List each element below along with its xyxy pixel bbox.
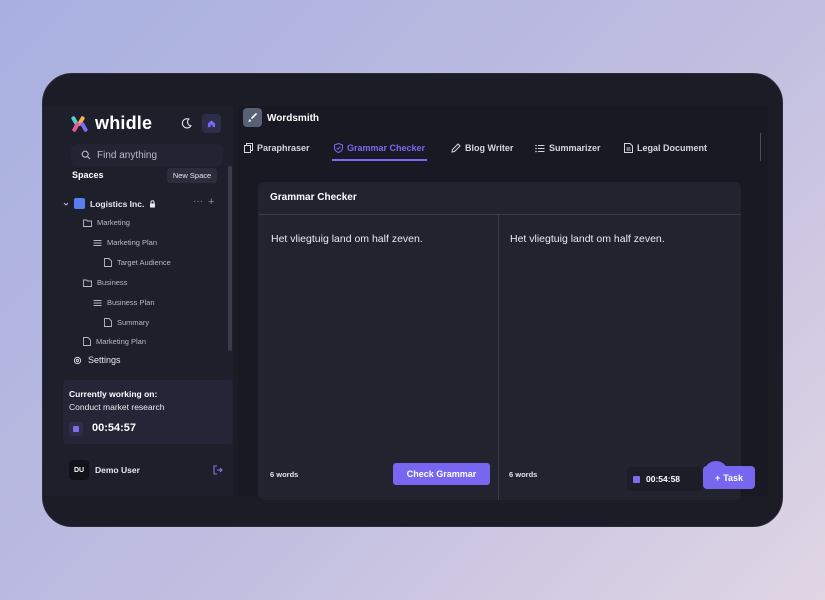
home-icon — [207, 120, 216, 128]
floating-timer[interactable]: 00:54:58 — [627, 467, 702, 491]
more-options-icon[interactable]: ··· — [193, 196, 203, 207]
dark-mode-icon[interactable] — [180, 117, 193, 130]
tree-item-label: Business — [97, 278, 128, 287]
add-task-button[interactable]: + Task — [703, 466, 755, 489]
sidebar-scrollbar[interactable] — [228, 166, 232, 351]
document-icon — [624, 143, 633, 153]
tree-item-label: Marketing Plan — [96, 337, 147, 346]
task-timer: 00:54:57 — [92, 422, 137, 434]
copy-icon — [244, 143, 253, 153]
brush-icon — [248, 112, 258, 122]
current-task-name: Conduct market research — [69, 402, 165, 412]
spaces-heading: Spaces — [72, 170, 104, 180]
main-panel: Wordsmith Paraphraser Grammar Checker Bl… — [238, 106, 768, 500]
tabs-divider — [760, 133, 761, 161]
workspace-item[interactable]: Logistics Inc. — [63, 198, 156, 209]
brand-name: whidle — [95, 113, 153, 133]
tree-item[interactable]: Marketing — [83, 218, 130, 227]
stop-timer-button[interactable] — [69, 422, 83, 436]
folder-icon — [83, 219, 92, 227]
tree-item-label: Business Plan — [107, 298, 155, 307]
avatar: DU — [69, 460, 89, 480]
check-grammar-button[interactable]: Check Grammar — [393, 463, 490, 485]
list-icon — [93, 239, 102, 246]
stop-icon — [73, 426, 79, 432]
output-word-count: 6 words — [509, 470, 538, 479]
whidle-logo-icon — [71, 115, 88, 132]
task-button-label: Task — [723, 472, 744, 483]
app-window: whidle Find anything Spaces New Space Lo… — [42, 73, 783, 527]
tab-grammar-checker[interactable]: Grammar Checker — [332, 140, 428, 161]
tree-item[interactable]: Business Plan — [93, 298, 155, 307]
logout-icon[interactable] — [213, 465, 223, 475]
add-icon[interactable]: + — [208, 196, 214, 208]
tree-item-label: Summary — [117, 318, 150, 327]
tree-item[interactable]: Target Audience — [104, 258, 171, 267]
stop-icon — [633, 475, 640, 483]
search-icon — [81, 150, 91, 160]
search-placeholder: Find anything — [97, 149, 158, 161]
plus-icon: + — [714, 472, 721, 483]
tree-item[interactable]: Business — [83, 278, 127, 287]
tree-item-label: Target Audience — [117, 258, 171, 267]
logo: whidle — [71, 113, 152, 134]
list-icon — [93, 299, 102, 306]
page-title: Wordsmith — [267, 113, 320, 124]
workspace-name: Logistics Inc. — [90, 198, 145, 209]
app-icon — [243, 108, 262, 127]
folder-icon — [83, 279, 92, 287]
tab-label: Legal Document — [637, 143, 708, 153]
current-task-panel: Currently working on: Conduct market res… — [63, 380, 233, 444]
list-icon — [535, 144, 545, 152]
pane-divider — [498, 215, 499, 500]
tab-blog-writer[interactable]: Blog Writer — [449, 140, 515, 156]
document-icon — [104, 258, 112, 267]
new-space-button[interactable]: New Space — [167, 168, 217, 183]
grammar-checker-card: Grammar Checker Het vliegtuig land om ha… — [258, 182, 741, 500]
tab-label: Grammar Checker — [347, 143, 426, 153]
user-name: Demo User — [95, 465, 140, 475]
chevron-down-icon[interactable] — [63, 201, 69, 207]
input-textarea[interactable]: Het vliegtuig land om half zeven. — [271, 233, 423, 245]
tab-label: Blog Writer — [465, 143, 514, 153]
lock-icon — [150, 199, 156, 207]
search-input[interactable]: Find anything — [71, 144, 223, 166]
tab-label: Paraphraser — [257, 143, 310, 153]
tree-item[interactable]: Marketing Plan — [83, 337, 146, 346]
shield-check-icon — [334, 143, 343, 153]
tree-item[interactable]: Marketing Plan — [93, 238, 157, 247]
current-task-heading: Currently working on: — [69, 389, 158, 399]
tree-item[interactable]: Summary — [104, 318, 149, 327]
document-icon — [83, 337, 91, 346]
document-icon — [104, 318, 112, 327]
home-button[interactable] — [202, 114, 221, 133]
tree-item-label: Marketing Plan — [107, 238, 158, 247]
settings-item[interactable]: Settings — [73, 355, 121, 365]
tab-summarizer[interactable]: Summarizer — [533, 140, 603, 156]
tab-legal-document[interactable]: Legal Document — [622, 140, 709, 156]
tab-paraphraser[interactable]: Paraphraser — [242, 140, 312, 156]
user-profile[interactable]: DU Demo User — [69, 460, 140, 480]
card-title: Grammar Checker — [270, 192, 357, 203]
edit-icon — [451, 143, 461, 153]
output-text: Het vliegtuig landt om half zeven. — [510, 233, 665, 245]
input-word-count: 6 words — [270, 470, 299, 479]
tree-item-label: Marketing — [97, 218, 130, 227]
gear-icon — [73, 356, 82, 364]
floating-timer-value: 00:54:58 — [646, 474, 681, 484]
card-divider — [258, 214, 741, 215]
workspace-icon — [74, 198, 85, 209]
settings-label: Settings — [88, 355, 121, 365]
tab-label: Summarizer — [549, 143, 601, 153]
